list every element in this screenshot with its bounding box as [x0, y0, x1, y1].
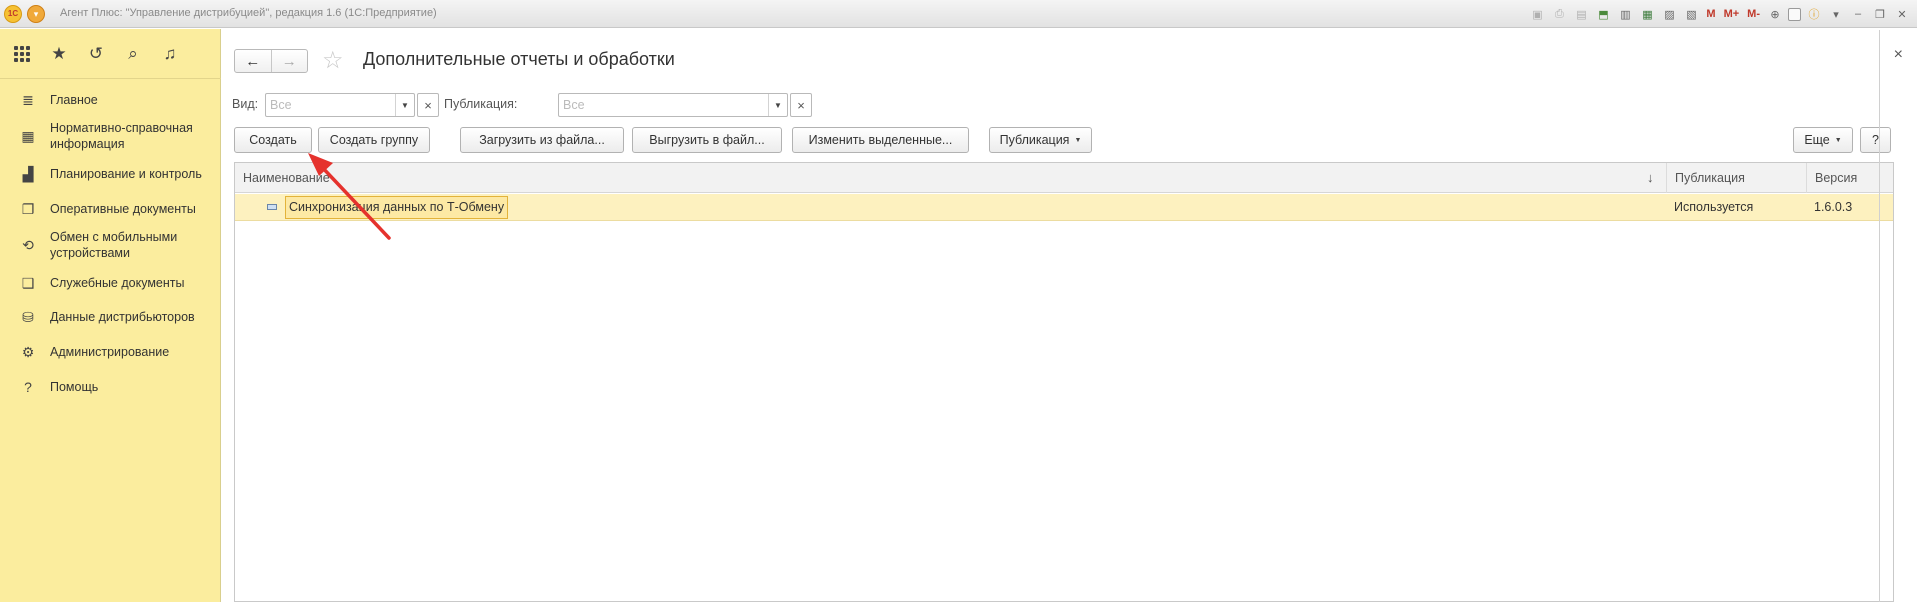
help-button[interactable]: ?: [1860, 127, 1891, 153]
sidebar-item-label: Главное: [50, 93, 98, 107]
preview-icon[interactable]: ▤: [1572, 5, 1590, 23]
apps-grid-icon[interactable]: [10, 42, 34, 66]
table-icon: ▦: [21, 127, 35, 144]
window-title: Агент Плюс: "Управление дистрибуцией", р…: [60, 7, 437, 19]
form-area: ← → ☆ Дополнительные отчеты и обработки …: [222, 29, 1917, 602]
create-button[interactable]: Создать: [234, 127, 312, 153]
sidebar-item-label: Нормативно-справочная информация: [50, 121, 193, 151]
vid-clear-button[interactable]: ×: [417, 93, 439, 117]
load-from-file-button[interactable]: Загрузить из файла...: [460, 127, 624, 153]
window-edge-divider: [1879, 30, 1880, 602]
sidebar-item-label: Помощь: [50, 380, 99, 394]
print-icon[interactable]: ⎙: [1550, 5, 1568, 23]
vid-label: Вид:: [232, 97, 259, 111]
row-publication-cell[interactable]: Используется: [1666, 194, 1753, 221]
service-docs-icon: ❑: [21, 274, 35, 291]
chevron-down-icon[interactable]: ▾: [1827, 5, 1845, 23]
row-version-cell[interactable]: 1.6.0.3: [1806, 194, 1852, 221]
gear-icon: ⚙: [21, 343, 35, 360]
back-arrow-icon[interactable]: ←: [235, 50, 272, 72]
sidebar-item-label: Данные дистрибьюторов: [50, 310, 195, 324]
zoom-icon[interactable]: ⊕: [1766, 5, 1784, 23]
unload-to-file-button[interactable]: Выгрузить в файл...: [632, 127, 782, 153]
column-header-publication[interactable]: Публикация: [1666, 163, 1806, 193]
archive-icon[interactable]: ▥: [1616, 5, 1634, 23]
navigation-buttons: ← →: [234, 49, 308, 73]
memory-minus-button[interactable]: M-: [1745, 5, 1762, 23]
restore-icon[interactable]: ❐: [1871, 5, 1889, 23]
bar-chart-icon: ▟: [22, 165, 34, 182]
sidebar-item-reference[interactable]: ▦ Нормативно-справочная информация: [0, 119, 221, 153]
calculator-icon[interactable]: ▧: [1682, 5, 1700, 23]
minimize-icon[interactable]: –: [1849, 5, 1867, 23]
list-icon: ≣: [22, 91, 34, 108]
sidebar-item-help[interactable]: ? Помощь: [0, 378, 221, 396]
processors-table[interactable]: Наименование ↓ Публикация Версия Синхрон…: [234, 162, 1894, 602]
chevron-down-icon[interactable]: ▼: [768, 94, 787, 116]
info-icon[interactable]: ⓘ: [1805, 5, 1823, 23]
more-menu-label: Еще: [1804, 133, 1830, 147]
row-name-cell[interactable]: Синхронизация данных по Т-Обмену: [285, 196, 509, 219]
create-group-button[interactable]: Создать группу: [318, 127, 430, 153]
sidebar-item-service-docs[interactable]: ❑ Служебные документы: [0, 274, 221, 292]
sidebar-item-main[interactable]: ≣ Главное: [0, 91, 221, 109]
vid-placeholder: Все: [270, 98, 292, 112]
sidebar-item-administration[interactable]: ⚙ Администрирование: [0, 343, 221, 361]
sidebar-item-label: Администрирование: [50, 345, 170, 359]
sort-down-icon[interactable]: ↓: [1647, 163, 1654, 193]
distributor-icon: ⛁: [22, 308, 34, 325]
close-window-icon[interactable]: ✕: [1893, 5, 1911, 23]
publication-menu-button[interactable]: Публикация ▼: [989, 127, 1092, 153]
chevron-down-icon: ▼: [1834, 136, 1842, 144]
notifications-bell-icon[interactable]: ♫: [158, 42, 182, 66]
sidebar-item-mobile-exchange[interactable]: ⟲ Обмен с мобильными устройствами: [0, 228, 221, 262]
chevron-down-icon[interactable]: ▼: [395, 94, 414, 116]
column-header-version[interactable]: Версия: [1806, 163, 1877, 193]
main-menu-icon[interactable]: ▾: [27, 5, 45, 23]
panels-icon[interactable]: [1788, 7, 1801, 21]
publication-label: Публикация:: [444, 97, 518, 111]
sidebar-item-label: Оперативные документы: [50, 202, 196, 216]
page-title: Дополнительные отчеты и обработки: [363, 49, 675, 69]
sidebar-item-operative-docs[interactable]: ❐ Оперативные документы: [0, 200, 221, 218]
sync-icon: ⟲: [22, 236, 34, 253]
attach-icon[interactable]: ⬒: [1594, 5, 1612, 23]
memory-m-button[interactable]: M: [1704, 5, 1717, 23]
save-icon[interactable]: ▣: [1528, 5, 1546, 23]
chevron-down-icon: ▼: [1074, 136, 1082, 144]
window-title-bar: 1С ▾ Агент Плюс: "Управление дистрибуцие…: [0, 0, 1917, 28]
sections-panel: ★ ↺ ⌕ ♫ ≣ Главное ▦ Нормативно-справочна…: [0, 29, 221, 602]
history-icon[interactable]: ↺: [84, 42, 108, 66]
sidebar-item-label: Служебные документы: [50, 276, 185, 290]
publication-select[interactable]: Все ▼: [558, 93, 788, 117]
memory-plus-button[interactable]: M+: [1722, 5, 1742, 23]
search-icon[interactable]: ⌕: [121, 42, 145, 66]
sidebar-item-planning[interactable]: ▟ Планирование и контроль: [0, 165, 221, 183]
sidebar-item-label: Планирование и контроль: [50, 167, 202, 181]
forward-arrow-icon[interactable]: →: [272, 50, 308, 72]
sidebar-toolbar: ★ ↺ ⌕ ♫: [0, 29, 221, 79]
help-icon: ?: [24, 379, 32, 395]
favorites-star-icon[interactable]: ★: [47, 42, 71, 66]
documents-icon: ❐: [21, 200, 35, 217]
column-header-name[interactable]: Наименование: [235, 163, 1666, 193]
title-toolbar: ▣ ⎙ ▤ ⬒ ▥ ▦ ▨ ▧ M M+ M- ⊕ ⓘ ▾ – ❐ ✕: [1528, 4, 1911, 24]
sidebar-item-label: Обмен с мобильными устройствами: [50, 230, 178, 260]
favorite-star-icon[interactable]: ☆: [322, 46, 344, 75]
app-logo-icon[interactable]: 1С: [4, 5, 22, 23]
document-icon[interactable]: ▦: [1638, 5, 1656, 23]
table-row[interactable]: Синхронизация данных по Т-Обмену Использ…: [235, 194, 1893, 221]
change-selected-button[interactable]: Изменить выделенные...: [792, 127, 969, 153]
publication-menu-label: Публикация: [999, 133, 1070, 147]
more-menu-button[interactable]: Еще ▼: [1793, 127, 1853, 153]
publication-clear-button[interactable]: ×: [790, 93, 812, 117]
vid-select[interactable]: Все ▼: [265, 93, 415, 117]
processor-item-icon: [267, 204, 277, 210]
close-form-icon[interactable]: ×: [1894, 46, 1903, 64]
sidebar-item-distributors[interactable]: ⛁ Данные дистрибьюторов: [0, 308, 221, 326]
table-header: Наименование ↓ Публикация Версия: [235, 163, 1893, 193]
calendar-icon[interactable]: ▨: [1660, 5, 1678, 23]
publication-placeholder: Все: [563, 98, 585, 112]
